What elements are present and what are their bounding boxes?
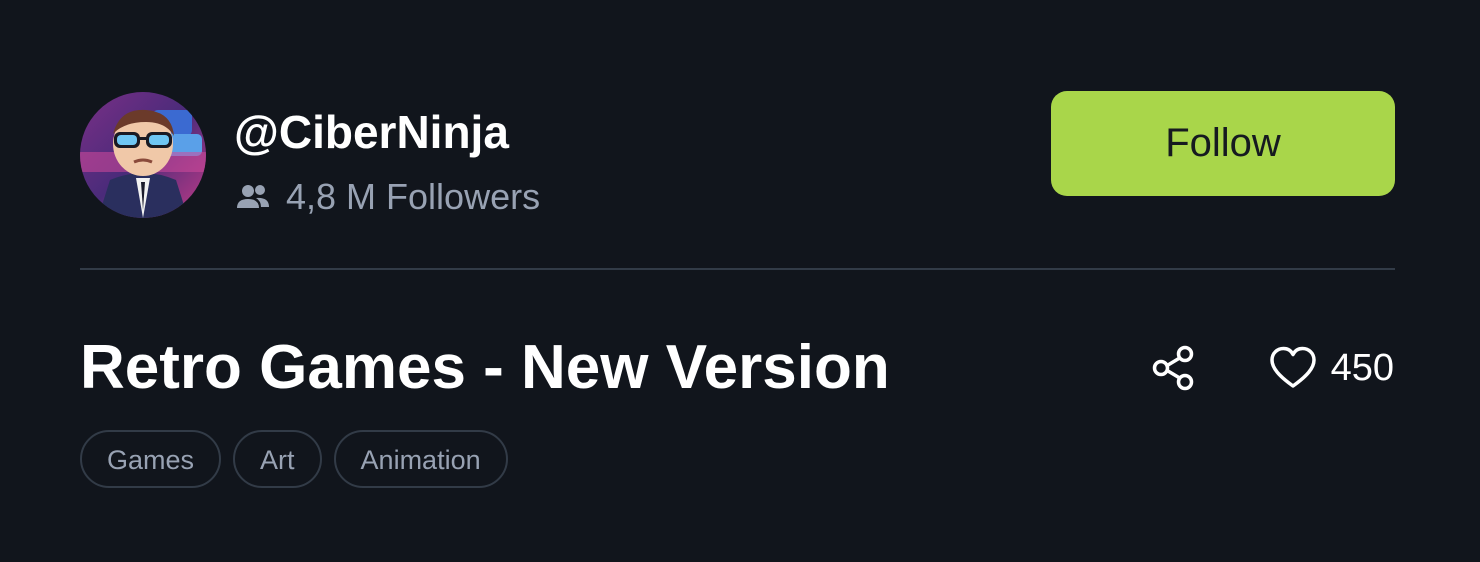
creator-header: @CiberNinja 4,8 M Followers Follow: [80, 90, 1395, 220]
followers-label: 4,8 M Followers: [286, 176, 541, 217]
heart-icon: [1269, 346, 1316, 388]
followers-count: 4,8 M Followers: [234, 172, 540, 222]
username[interactable]: @CiberNinja: [234, 102, 509, 162]
users-icon: [237, 185, 269, 208]
post-actions: 450: [1149, 338, 1394, 398]
avatar[interactable]: [80, 92, 206, 218]
post-title: Retro Games - New Version: [80, 333, 890, 402]
share-icon: [1152, 345, 1193, 391]
divider: [80, 268, 1395, 270]
follow-button[interactable]: Follow: [1051, 91, 1395, 196]
tag-art[interactable]: Art: [233, 430, 322, 488]
tag-games[interactable]: Games: [80, 430, 222, 488]
tag-animation[interactable]: Animation: [333, 430, 508, 488]
avatar-illustration: [80, 92, 206, 218]
like-count: 450: [1330, 347, 1394, 389]
tag-list: Games Art Animation: [80, 430, 508, 488]
post-card: @CiberNinja 4,8 M Followers Follow Retro…: [0, 0, 1480, 562]
share-button[interactable]: [1149, 341, 1197, 395]
like-button[interactable]: 450: [1269, 343, 1394, 393]
